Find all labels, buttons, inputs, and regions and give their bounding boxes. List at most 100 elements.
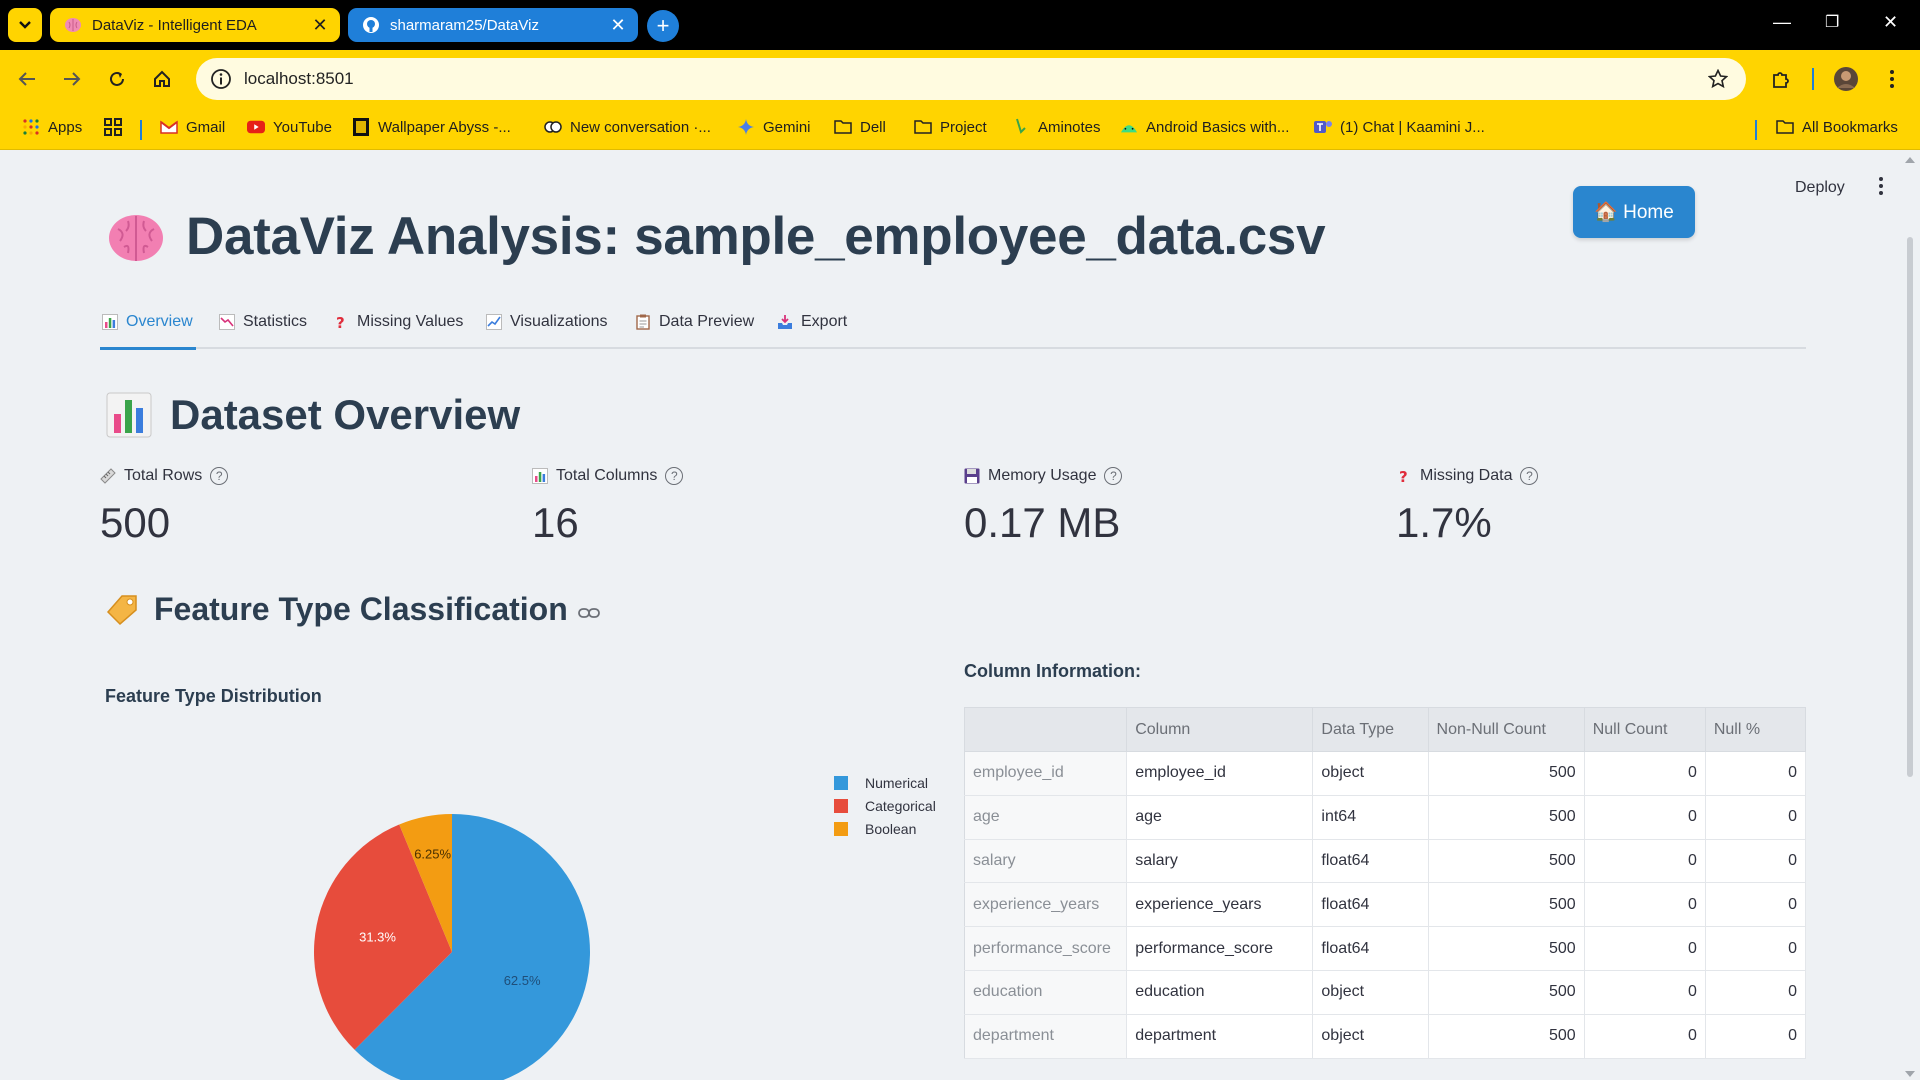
table-header[interactable] [964,707,1128,752]
site-info-icon[interactable] [208,66,234,92]
close-icon[interactable]: ✕ [606,15,630,36]
table-cell[interactable]: department [1126,1014,1314,1059]
table-header[interactable]: Data Type [1312,707,1429,752]
address-bar[interactable]: localhost:8501 [196,58,1746,100]
row-index-cell[interactable]: education [964,970,1128,1015]
bookmark-apps[interactable]: Apps [22,118,82,136]
table-cell[interactable]: 0 [1584,1014,1706,1059]
bookmark-gmail[interactable]: Gmail [160,118,225,136]
tab-overview[interactable]: Overview [102,309,193,349]
legend-swatch[interactable] [834,799,848,813]
tab-missing-values[interactable]: ? Missing Values [333,309,463,349]
table-cell[interactable]: salary [1126,839,1314,884]
table-cell[interactable]: 500 [1428,795,1585,840]
new-tab-button[interactable]: + [647,10,679,42]
table-header[interactable]: Null Count [1584,707,1706,752]
home-nav-button[interactable] [147,64,177,94]
table-cell[interactable]: 0 [1584,795,1706,840]
close-icon[interactable]: ✕ [308,15,332,36]
forward-button[interactable] [57,64,87,94]
browser-tab-github[interactable]: sharmaram25/DataViz ✕ [348,8,638,42]
table-cell[interactable]: 0 [1584,882,1706,928]
tab-data-preview[interactable]: Data Preview [635,309,754,349]
legend-label[interactable]: Numerical [865,775,928,791]
table-cell[interactable]: 0 [1705,751,1807,796]
table-cell[interactable]: 0 [1584,970,1706,1015]
tab-visualizations[interactable]: Visualizations [486,309,608,349]
table-cell[interactable]: age [1126,795,1314,840]
browser-menu-button[interactable] [1877,64,1907,94]
table-cell[interactable]: 500 [1428,882,1585,928]
tab-search-button[interactable] [8,8,42,42]
table-cell[interactable]: float64 [1312,839,1429,884]
help-icon[interactable]: ? [1104,467,1123,485]
table-cell[interactable]: experience_years [1126,882,1314,928]
tab-statistics[interactable]: Statistics [219,309,307,349]
table-cell[interactable]: 0 [1705,839,1807,884]
bookmark-dell[interactable]: Dell [834,118,886,136]
row-index-cell[interactable]: salary [964,839,1128,884]
table-cell[interactable]: 500 [1428,926,1585,971]
help-icon[interactable]: ? [665,467,684,485]
help-icon[interactable]: ? [210,467,229,485]
table-cell[interactable]: float64 [1312,882,1429,928]
table-cell[interactable]: 0 [1705,1014,1807,1059]
tab-export[interactable]: Export [777,309,847,349]
bookmark-aminotes[interactable]: Aminotes [1012,118,1101,136]
table-cell[interactable]: 0 [1705,926,1807,971]
table-cell[interactable]: 500 [1428,751,1585,796]
table-cell[interactable]: object [1312,1014,1429,1059]
bookmark-project[interactable]: Project [914,118,987,136]
bookmark-star-icon[interactable] [1704,69,1732,89]
table-cell[interactable]: 500 [1428,839,1585,884]
profile-avatar[interactable] [1831,64,1861,94]
deploy-button[interactable]: Deploy [1795,179,1845,197]
row-index-cell[interactable]: age [964,795,1128,840]
minimize-icon[interactable]: — [1773,12,1791,33]
table-header[interactable]: Column [1126,707,1314,752]
legend-swatch[interactable] [834,822,848,836]
window-close-icon[interactable]: ✕ [1883,12,1898,33]
row-index-cell[interactable]: employee_id [964,751,1128,796]
table-cell[interactable]: 500 [1428,1014,1585,1059]
all-bookmarks[interactable]: All Bookmarks [1776,118,1898,136]
legend-swatch[interactable] [834,776,848,790]
table-cell[interactable]: employee_id [1126,751,1314,796]
table-header[interactable]: Non-Null Count [1428,707,1585,752]
table-cell[interactable]: 500 [1428,970,1585,1015]
bookmark-grid[interactable] [104,118,130,136]
bookmark-copilot[interactable]: New conversation ·... [544,118,711,136]
back-button[interactable] [12,64,42,94]
table-cell[interactable]: 0 [1584,926,1706,971]
bookmark-android[interactable]: Android Basics with... [1120,118,1289,136]
browser-tab-dataviz[interactable]: DataViz - Intelligent EDA ✕ [50,8,340,42]
help-icon[interactable]: ? [1520,467,1539,485]
scroll-down-arrow[interactable] [1905,1071,1915,1077]
table-cell[interactable]: 0 [1705,970,1807,1015]
app-menu-icon[interactable] [1874,177,1888,195]
extensions-button[interactable] [1766,64,1796,94]
row-index-cell[interactable]: department [964,1014,1128,1059]
table-cell[interactable]: 0 [1584,751,1706,796]
bookmark-youtube[interactable]: YouTube [247,118,332,136]
scroll-up-arrow[interactable] [1905,157,1915,163]
table-cell[interactable]: 0 [1705,882,1807,928]
table-cell[interactable]: object [1312,970,1429,1015]
table-cell[interactable]: 0 [1584,839,1706,884]
legend-label[interactable]: Categorical [865,798,936,814]
row-index-cell[interactable]: experience_years [964,882,1128,928]
legend-label[interactable]: Boolean [865,821,916,837]
table-cell[interactable]: education [1126,970,1314,1015]
table-cell[interactable]: 0 [1705,795,1807,840]
table-cell[interactable]: int64 [1312,795,1429,840]
bookmark-gemini[interactable]: Gemini [737,118,811,136]
reload-button[interactable] [102,64,132,94]
table-cell[interactable]: object [1312,751,1429,796]
row-index-cell[interactable]: performance_score [964,926,1128,971]
table-header[interactable]: Null % [1705,707,1807,752]
home-button[interactable]: 🏠 Home [1573,186,1695,238]
bookmark-wallpaper[interactable]: Wallpaper Abyss -... [352,118,511,136]
restore-icon[interactable]: ❐ [1825,12,1839,32]
table-cell[interactable]: float64 [1312,926,1429,971]
scrollbar-thumb[interactable] [1907,237,1913,777]
